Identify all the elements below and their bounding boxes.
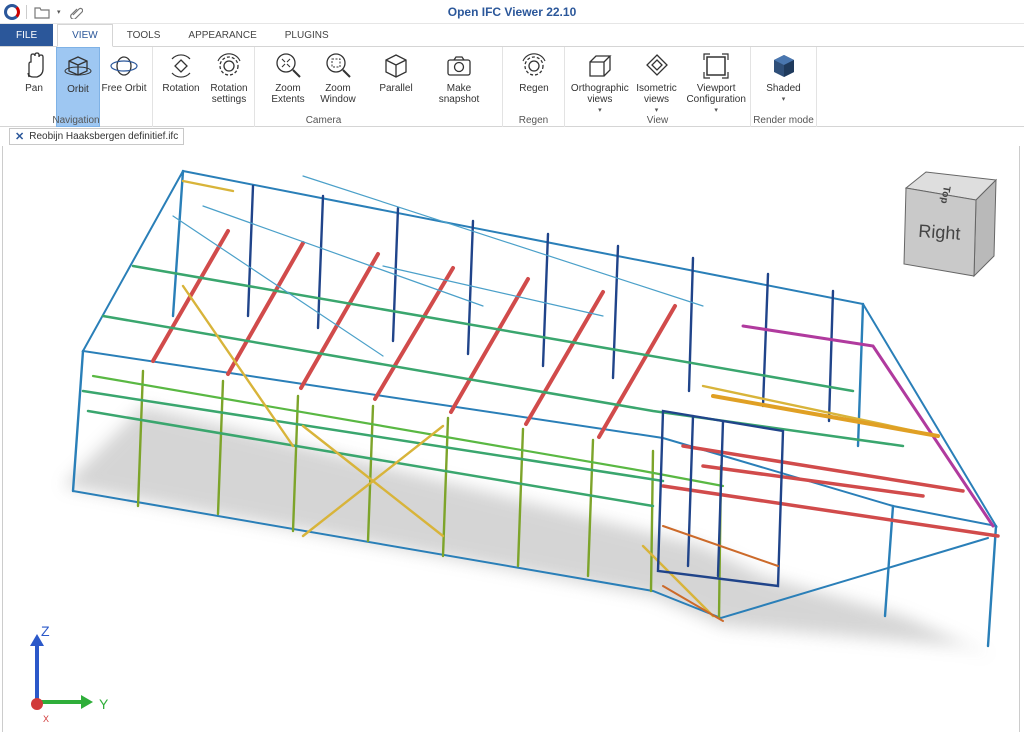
axis-triad-icon: Z Y X <box>30 623 109 724</box>
document-tab-label: Reobijn Haaksbergen definitief.ifc <box>29 131 179 142</box>
tab-file[interactable]: FILE <box>0 24 54 46</box>
open-folder-icon[interactable] <box>33 4 51 20</box>
camera-group: Zoom Extents Zoom Window Parallel Make s… <box>255 47 503 127</box>
axis-x-label: X <box>43 714 49 724</box>
nav-cube-icon[interactable]: Top Right <box>896 168 1006 278</box>
attach-icon[interactable] <box>67 4 85 20</box>
navigation-cube[interactable]: Top Right <box>896 168 1006 281</box>
tab-tools[interactable]: TOOLS <box>113 24 175 46</box>
title-bar: ▾ Open IFC Viewer 22.10 <box>0 0 1024 24</box>
axis-y-label: Y <box>99 696 109 712</box>
viewport-icon <box>703 53 729 79</box>
document-tab[interactable]: ✕ Reobijn Haaksbergen definitief.ifc <box>9 128 185 145</box>
view-group-label: View <box>646 115 669 126</box>
rotation-settings-icon <box>217 53 241 76</box>
zoom-window-icon <box>326 53 351 78</box>
regen-group-label: Regen <box>518 115 549 126</box>
hand-icon <box>27 52 44 78</box>
navigation-group: Pan Orbit Free Orbit Navigation <box>0 47 153 127</box>
ifc-model-render[interactable] <box>3 146 1019 732</box>
navigation-group-label: Navigation <box>52 115 100 126</box>
qat-separator <box>26 4 27 19</box>
render-mode-group-label: Render mode <box>753 115 814 126</box>
axis-triad: Z Y X <box>15 623 125 727</box>
window-title: Open IFC Viewer 22.10 <box>447 4 577 19</box>
model-shadows <box>63 406 993 656</box>
tab-appearance[interactable]: APPEARANCE <box>174 24 270 46</box>
camera-group-label: Camera <box>305 115 342 126</box>
ribbon: Pan Orbit Free Orbit Navigation Rotation… <box>0 47 1024 127</box>
regen-icon <box>522 53 546 76</box>
rotation-icon <box>171 54 191 78</box>
cube-icon <box>385 54 407 78</box>
free-orbit-icon <box>110 56 138 76</box>
chevron-down-icon: ▾ <box>781 96 786 103</box>
tab-view[interactable]: VIEW <box>57 24 113 47</box>
3d-viewport[interactable]: Top Right Z Y X <box>2 146 1020 732</box>
isometric-cube-icon <box>645 54 668 76</box>
tab-plugins[interactable]: PLUGINS <box>271 24 343 46</box>
regen-group: Regen Regen <box>503 47 565 127</box>
shaded-cube-icon <box>773 55 794 77</box>
nav-cube-right-label: Right <box>918 221 961 244</box>
app-logo-icon[interactable] <box>4 3 20 20</box>
wireframe-cube-icon <box>589 55 612 77</box>
view-group: Orthographic views ▾ Isometric views ▾ V… <box>565 47 751 127</box>
axis-z-label: Z <box>41 624 50 639</box>
orbit-icon <box>64 56 92 76</box>
steel-frame <box>71 169 1000 648</box>
render-mode-group: Shaded ▾ Render mode <box>751 47 817 127</box>
camera-icon <box>447 56 471 76</box>
chevron-down-icon[interactable]: ▾ <box>57 8 61 16</box>
ribbon-tabs: FILE VIEW TOOLS APPEARANCE PLUGINS <box>0 24 1024 47</box>
zoom-extents-icon <box>276 53 301 78</box>
close-icon[interactable]: ✕ <box>15 130 24 143</box>
quick-access-toolbar: ▾ <box>0 3 85 20</box>
